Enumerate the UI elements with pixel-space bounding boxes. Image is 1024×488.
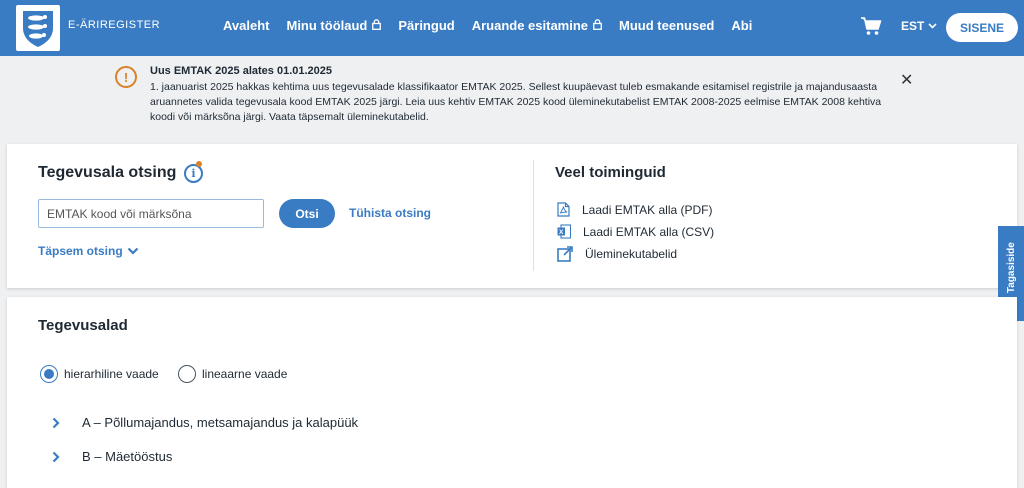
warning-icon: !: [115, 66, 137, 88]
language-label: EST: [901, 19, 925, 33]
main-nav: Avaleht Minu töölaud Päringud Aruande es…: [223, 18, 769, 33]
tree-item-label: B – Mäetööstus: [82, 449, 173, 464]
lock-icon: [593, 18, 602, 33]
transition-tables-link[interactable]: Üleminekutabelid: [557, 246, 677, 262]
tree-item-a[interactable]: A – Põllumajandus, metsamajandus ja kala…: [45, 415, 358, 430]
nav-label: Päringud: [398, 18, 455, 33]
nav-label: Avaleht: [223, 18, 270, 33]
nav-label: Muud teenused: [619, 18, 715, 33]
notice-title: Uus EMTAK 2025 alates 01.01.2025: [150, 65, 333, 77]
activities-card: Tegevusalad hierarhiline vaade lineaarne…: [7, 297, 1017, 488]
cart-icon[interactable]: [860, 16, 882, 41]
language-selector[interactable]: EST: [901, 19, 937, 33]
feedback-label: ☆ Tagasiside: [1005, 242, 1017, 305]
estonia-coat-of-arms-logo[interactable]: [16, 5, 60, 51]
nav-item-other-services[interactable]: Muud teenused: [619, 18, 714, 33]
chevron-down-icon: [928, 23, 937, 29]
transition-tables-label: Üleminekutabelid: [585, 247, 678, 261]
download-csv-label: Laadi EMTAK alla (CSV): [583, 224, 715, 239]
view-linear-radio[interactable]: lineaarne vaade: [178, 365, 287, 383]
view-hierarchical-radio[interactable]: hierarhiline vaade: [40, 365, 159, 383]
notice-text: 1. jaanuarist 2025 hakkas kehtima uus te…: [150, 81, 882, 123]
nav-item-help[interactable]: Abi: [731, 18, 752, 33]
brand-name[interactable]: E-ÄRIREGISTER: [68, 19, 160, 31]
login-button[interactable]: SISENE: [946, 13, 1018, 42]
search-input[interactable]: [38, 199, 264, 228]
radio-selected-icon: [40, 365, 58, 383]
excel-icon: X: [557, 224, 577, 239]
search-title: Tegevusala otsing: [38, 164, 177, 181]
radio-unselected-icon: [178, 365, 196, 383]
advanced-search-toggle[interactable]: Täpsem otsing: [38, 244, 139, 258]
clear-search-link[interactable]: Tühista otsing: [349, 206, 431, 220]
view-hierarchical-label: hierarhiline vaade: [64, 367, 159, 381]
nav-label: Minu töölaud: [286, 18, 368, 33]
info-icon[interactable]: i: [184, 164, 203, 183]
download-csv-link[interactable]: X Laadi EMTAK alla (CSV): [557, 224, 714, 239]
more-actions-title: Veel toiminguid: [555, 164, 666, 181]
svg-text:X: X: [559, 229, 564, 236]
notification-dot: [196, 161, 202, 167]
nav-label: Aruande esitamine: [471, 18, 589, 33]
nav-item-queries[interactable]: Päringud: [398, 18, 454, 33]
lock-icon: [372, 18, 382, 33]
nav-item-home[interactable]: Avaleht: [223, 18, 269, 33]
card-divider: [533, 160, 534, 271]
download-pdf-label: Laadi EMTAK alla (PDF): [582, 202, 713, 217]
chevron-right-icon[interactable]: [45, 451, 67, 463]
tree-item-b[interactable]: B – Mäetööstus: [45, 449, 172, 464]
tree-item-label: A – Põllumajandus, metsamajandus ja kala…: [82, 415, 359, 430]
pdf-icon: [557, 202, 576, 217]
nav-item-report-submission[interactable]: Aruande esitamine: [472, 18, 602, 33]
external-link-icon: [557, 246, 579, 262]
nav-label: Abi: [731, 18, 753, 33]
view-linear-label: lineaarne vaade: [202, 367, 288, 381]
top-header: E-ÄRIREGISTER Avaleht Minu töölaud Pärin…: [0, 0, 1024, 56]
activities-title: Tegevusalad: [38, 317, 128, 334]
search-card: Tegevusala otsing i Otsi Tühista otsing …: [7, 144, 1017, 288]
download-pdf-link[interactable]: Laadi EMTAK alla (PDF): [557, 202, 712, 217]
nav-item-dashboard[interactable]: Minu töölaud: [286, 18, 382, 33]
search-button[interactable]: Otsi: [279, 199, 335, 228]
close-icon[interactable]: ✕: [900, 70, 913, 90]
chevron-right-icon[interactable]: [45, 417, 67, 429]
chevron-down-icon: [127, 247, 139, 255]
advanced-search-label: Täpsem otsing: [38, 244, 123, 258]
